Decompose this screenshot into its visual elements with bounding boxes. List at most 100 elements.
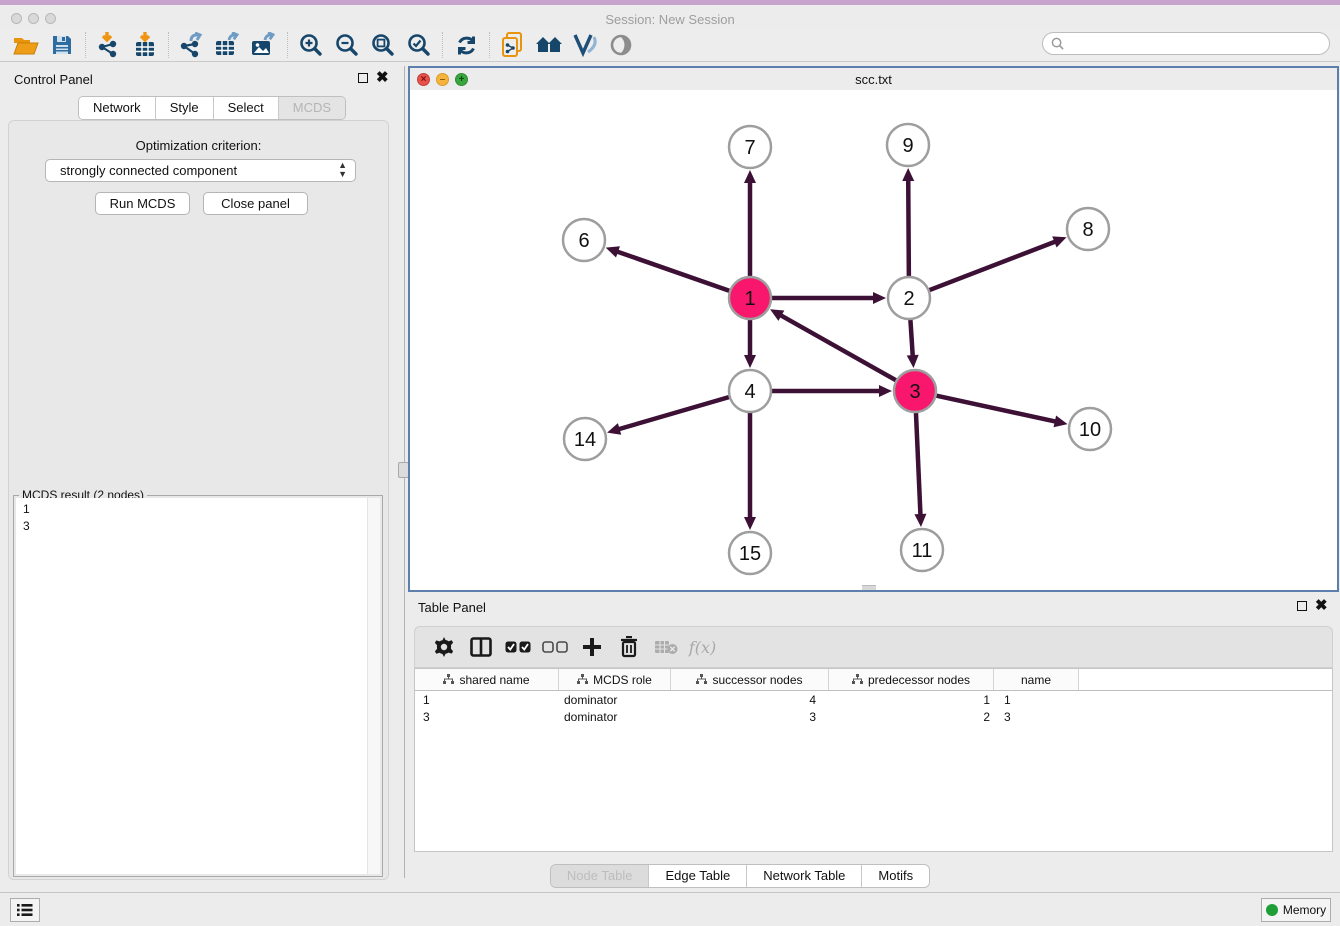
column-header-shared-name[interactable]: shared name	[415, 669, 559, 690]
arrowhead-icon	[907, 355, 919, 368]
network-graph[interactable]: 7968124314101511	[410, 90, 1337, 590]
arrowhead-icon	[914, 514, 926, 527]
result-line: 1	[23, 501, 380, 518]
tab-node-table[interactable]: Node Table	[551, 865, 650, 887]
add-column-icon[interactable]	[573, 630, 610, 664]
split-columns-icon[interactable]	[462, 630, 499, 664]
function-builder-icon[interactable]: f(x)	[684, 630, 721, 664]
edge-1-6[interactable]	[616, 251, 729, 291]
refresh-icon[interactable]	[448, 30, 484, 60]
table-header-row[interactable]: shared nameMCDS rolesuccessor nodesprede…	[415, 669, 1332, 691]
title-bar[interactable]: Session: New Session	[0, 5, 1340, 29]
edge-3-10[interactable]	[936, 396, 1056, 422]
network-view-window[interactable]: × – + scc.txt 7968124314101511	[408, 66, 1339, 592]
arrowhead-icon	[607, 423, 621, 435]
network-canvas[interactable]: 7968124314101511	[410, 90, 1337, 590]
first-neighbors-icon[interactable]	[531, 30, 567, 60]
table-panel-buttons: ✖	[1297, 601, 1328, 611]
column-header-predecessor-nodes[interactable]: predecessor nodes	[829, 669, 994, 690]
node-label-2: 2	[903, 288, 914, 310]
zoom-in-icon[interactable]	[293, 30, 329, 60]
export-table-icon[interactable]	[210, 30, 246, 60]
list-icon	[17, 903, 33, 917]
close-table-panel-icon[interactable]: ✖	[1315, 601, 1328, 611]
edge-2-8[interactable]	[930, 241, 1057, 290]
arrowhead-icon	[744, 517, 756, 530]
cell-MCDS-role[interactable]: dominator	[559, 693, 671, 707]
node-table[interactable]: shared nameMCDS rolesuccessor nodesprede…	[414, 668, 1333, 852]
edge-3-11[interactable]	[916, 413, 921, 516]
arrowhead-icon	[1054, 415, 1068, 427]
task-history-button[interactable]	[10, 898, 40, 922]
toolbar-separator	[489, 32, 490, 58]
table-row[interactable]: 3dominator323	[415, 708, 1332, 725]
tab-network[interactable]: Network	[79, 97, 156, 119]
toolbar-separator	[287, 32, 288, 58]
float-table-panel-icon[interactable]	[1297, 601, 1307, 611]
delete-column-icon[interactable]	[610, 630, 647, 664]
zoom-selected-icon[interactable]	[401, 30, 437, 60]
export-network-icon[interactable]	[174, 30, 210, 60]
column-header-successor-nodes[interactable]: successor nodes	[671, 669, 829, 690]
delete-table-icon[interactable]	[647, 630, 684, 664]
tab-network-table[interactable]: Network Table	[747, 865, 862, 887]
gear-icon[interactable]	[425, 630, 462, 664]
column-type-icon	[696, 674, 707, 685]
close-panel-icon[interactable]: ✖	[376, 73, 389, 83]
status-bar: Memory	[0, 892, 1340, 926]
edge-4-14[interactable]	[618, 397, 729, 429]
select-all-checkboxes-icon[interactable]	[499, 630, 536, 664]
import-table-icon[interactable]	[127, 30, 163, 60]
import-network-icon[interactable]	[91, 30, 127, 60]
cell-predecessor-nodes[interactable]: 1	[829, 693, 994, 707]
result-line: 3	[23, 518, 380, 535]
save-session-icon[interactable]	[44, 30, 80, 60]
column-header-MCDS-role[interactable]: MCDS role	[559, 669, 671, 690]
node-label-9: 9	[902, 135, 913, 157]
vizmapper-icon[interactable]	[567, 30, 603, 60]
column-header-name[interactable]: name	[994, 669, 1079, 690]
open-session-icon[interactable]	[8, 30, 44, 60]
edge-3-1[interactable]	[780, 315, 896, 381]
tab-style[interactable]: Style	[156, 97, 214, 119]
hide-selected-icon[interactable]	[603, 30, 639, 60]
search-box[interactable]	[1042, 32, 1330, 55]
memory-label: Memory	[1283, 903, 1326, 917]
cell-shared-name[interactable]: 1	[415, 693, 559, 707]
clone-network-icon[interactable]	[495, 30, 531, 60]
table-panel-title: Table Panel	[418, 600, 486, 615]
column-type-icon	[443, 674, 454, 685]
node-label-7: 7	[744, 137, 755, 159]
table-row[interactable]: 1dominator411	[415, 691, 1332, 708]
edge-2-9[interactable]	[908, 179, 909, 276]
result-scrollbar[interactable]	[367, 498, 380, 874]
edge-2-3[interactable]	[910, 320, 912, 357]
tab-select[interactable]: Select	[214, 97, 279, 119]
cell-successor-nodes[interactable]: 4	[671, 693, 829, 707]
mcds-result-text[interactable]: 13	[16, 498, 380, 874]
zoom-out-icon[interactable]	[329, 30, 365, 60]
cell-predecessor-nodes[interactable]: 2	[829, 710, 994, 724]
cell-shared-name[interactable]: 3	[415, 710, 559, 724]
cell-successor-nodes[interactable]: 3	[671, 710, 829, 724]
cell-name[interactable]: 1	[994, 693, 1079, 707]
search-input[interactable]	[1064, 36, 1329, 52]
float-panel-icon[interactable]	[358, 73, 368, 83]
tab-edge-table[interactable]: Edge Table	[649, 865, 747, 887]
zoom-fit-icon[interactable]	[365, 30, 401, 60]
run-mcds-button[interactable]: Run MCDS	[95, 192, 190, 215]
toolbar-separator	[168, 32, 169, 58]
memory-button[interactable]: Memory	[1261, 898, 1331, 922]
close-panel-button[interactable]: Close panel	[203, 192, 308, 215]
clear-checkboxes-icon[interactable]	[536, 630, 573, 664]
network-window-titlebar[interactable]: × – + scc.txt	[410, 68, 1337, 91]
cell-name[interactable]: 3	[994, 710, 1079, 724]
tab-motifs[interactable]: Motifs	[862, 865, 929, 887]
control-panel-title: Control Panel	[14, 72, 93, 87]
table-body[interactable]: 1dominator4113dominator323	[415, 691, 1332, 725]
window-resize-grip[interactable]	[862, 585, 876, 590]
export-image-icon[interactable]	[246, 30, 282, 60]
cell-MCDS-role[interactable]: dominator	[559, 710, 671, 724]
tab-mcds[interactable]: MCDS	[279, 97, 345, 119]
optimization-criterion-dropdown[interactable]: strongly connected component ▲▼	[45, 159, 356, 182]
